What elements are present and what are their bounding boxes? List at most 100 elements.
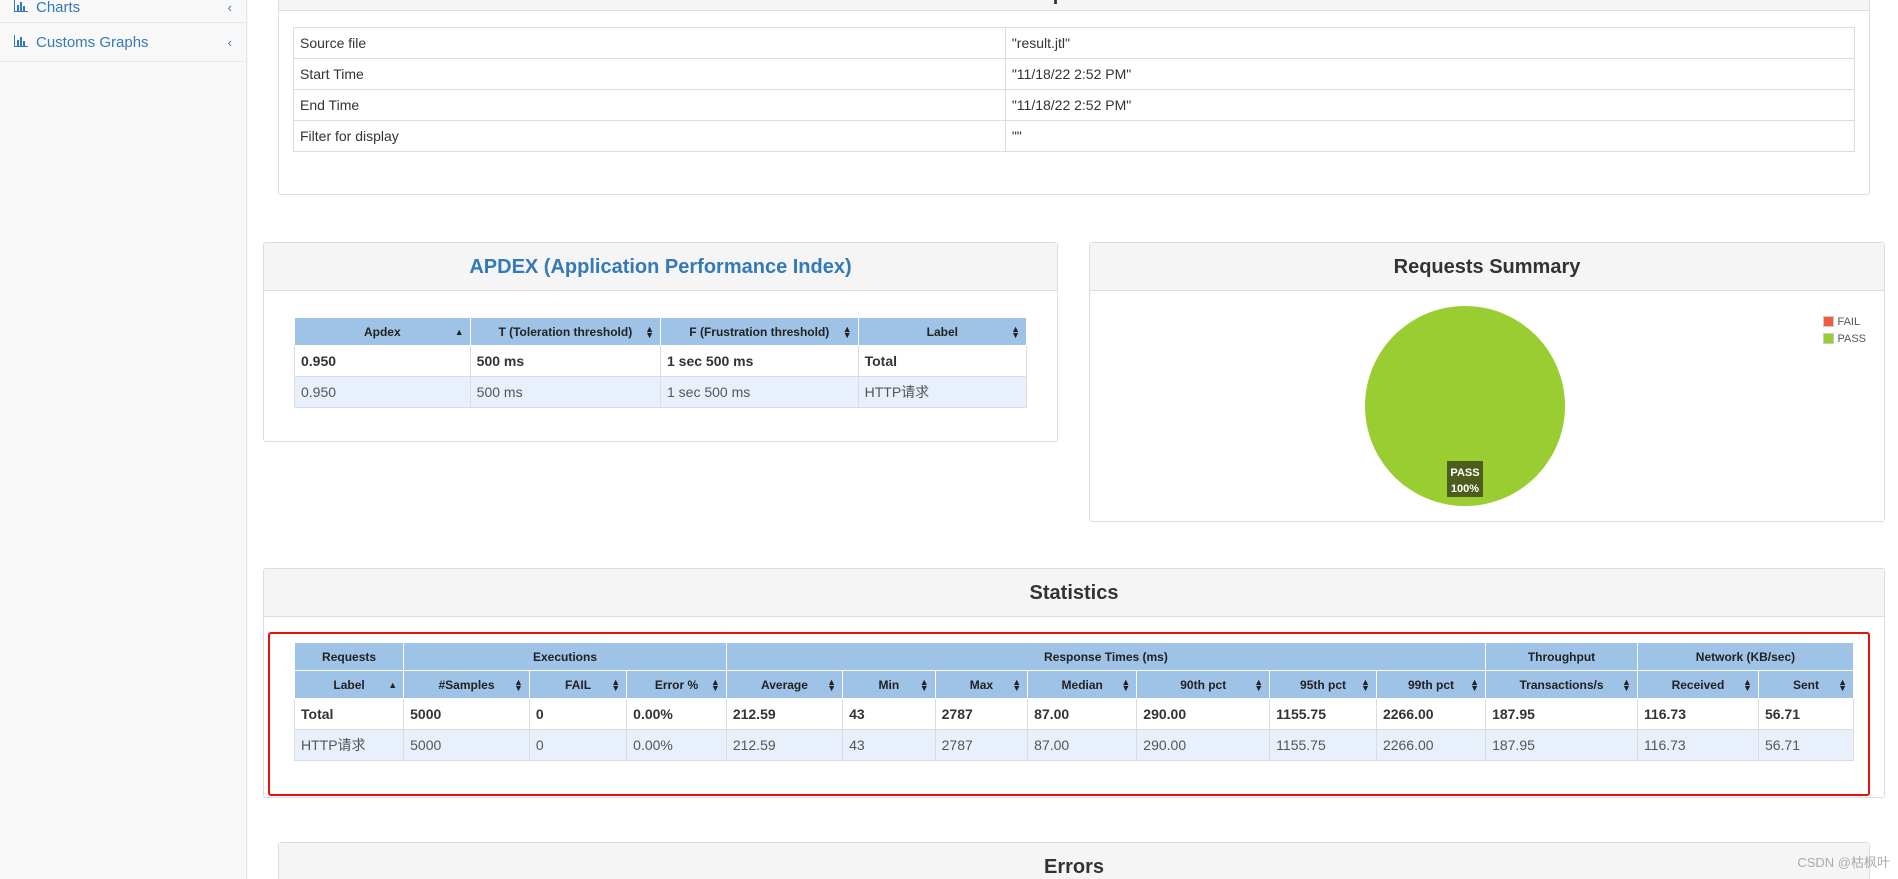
apdex-column-header[interactable]: Label ▲ ▼ [857, 317, 1028, 346]
table-cell: Total [293, 698, 405, 730]
bar-chart-icon [14, 0, 32, 16]
sidebar-item-label: Customs Graphs [36, 33, 149, 51]
statistics-column-header[interactable]: Median ▲ ▼ [1027, 670, 1138, 699]
sort-icon: ▲ ▼ [842, 323, 852, 340]
sort-icon: ▲ ▼ [710, 676, 720, 693]
column-group-header: Requests [293, 642, 405, 671]
chevron-left-icon: ‹ [227, 34, 232, 50]
table-row: Total 5000 0 0.00% 212.59 43 2787 87.00 290.00 11… [293, 698, 1855, 730]
statistics-column-header[interactable]: Max ▲ ▼ [934, 670, 1029, 699]
column-label: Received [1671, 677, 1725, 692]
column-label: #Samples [438, 677, 495, 692]
column-label: Error % [654, 677, 699, 692]
statistics-table: Requests Executions Response Times (ms) Thr… [293, 642, 1855, 761]
sidebar-item-charts[interactable]: Charts ‹ [0, 0, 246, 23]
sort-icon: ▲ ▼ [827, 676, 837, 693]
info-key: Filter for display [293, 120, 1006, 152]
table-cell: 187.95 [1485, 698, 1638, 730]
table-cell: 43 [842, 729, 936, 761]
statistics-column-header[interactable]: Average ▲ ▼ [725, 670, 844, 699]
watermark: CSDN @枯枫叶 [1797, 855, 1890, 870]
chevron-left-icon: ‹ [227, 0, 232, 15]
statistics-column-header[interactable]: 95th pct ▲ ▼ [1269, 670, 1377, 699]
info-key: Source file [293, 27, 1006, 59]
table-cell: HTTP请求 [857, 376, 1028, 408]
table-cell: 290.00 [1136, 729, 1271, 761]
pie-chart: PASS 100% [1365, 306, 1565, 506]
table-cell: 0.00% [626, 698, 727, 730]
table-cell: 500 ms [469, 345, 661, 377]
info-row: Start Time "11/18/22 2:52 PM" [293, 58, 1856, 90]
statistics-column-header[interactable]: Label ▲ [293, 670, 405, 699]
sort-icon: ▲ ▼ [1361, 676, 1370, 693]
table-cell: 87.00 [1027, 698, 1138, 730]
table-cell: 290.00 [1136, 698, 1271, 730]
info-key: Start Time [293, 58, 1006, 90]
statistics-column-header[interactable]: 90th pct ▲ ▼ [1136, 670, 1271, 699]
sort-icon: ▲ ▼ [1622, 676, 1631, 693]
sort-icon: ▲ ▼ [1121, 676, 1131, 693]
column-label: Max [969, 677, 994, 692]
column-group-header: Executions [403, 642, 727, 671]
column-group-header: Response Times (ms) [725, 642, 1487, 671]
test-info-panel: Test and Report information Source file"… [278, 0, 1870, 195]
table-cell: 187.95 [1485, 729, 1638, 761]
sort-icon: ▲ ▼ [1743, 676, 1752, 693]
sort-icon: ▲ ▼ [919, 676, 929, 693]
statistics-column-header[interactable]: Min ▲ ▼ [842, 670, 936, 699]
table-cell: 0.950 [294, 376, 471, 408]
apdex-title[interactable]: APDEX (Application Performance Index) [264, 243, 1057, 291]
sort-icon: ▲ ▼ [611, 676, 621, 693]
sort-icon: ▲ ▼ [1012, 676, 1022, 693]
table-cell: 1 sec 500 ms [659, 345, 859, 377]
info-row: Source file "result.jtl" [293, 27, 1856, 59]
statistics-column-header[interactable]: FAIL ▲ ▼ [528, 670, 628, 699]
slice-label: PASS [1450, 467, 1479, 479]
sort-icon: ▲ ▼ [1254, 676, 1264, 693]
table-cell: 212.59 [725, 729, 844, 761]
table-cell: 5000 [403, 729, 530, 761]
column-label: Label [333, 677, 365, 692]
table-cell: 212.59 [725, 698, 844, 730]
table-cell: Total [857, 345, 1028, 377]
apdex-table: Apdex ▲ T (Toleration threshold) ▲ ▼ F (Frust… [294, 317, 1028, 408]
table-row: HTTP请求 5000 0 0.00% 212.59 43 2787 87.00 290.00 1… [293, 729, 1855, 761]
statistics-column-header[interactable]: #Samples ▲ ▼ [403, 670, 530, 699]
column-label: FAIL [565, 677, 592, 692]
column-label: 95th pct [1300, 677, 1347, 692]
column-label: Transactions/s [1519, 677, 1604, 692]
info-value: "11/18/22 2:52 PM" [1004, 89, 1856, 121]
info-row: End Time "11/18/22 2:52 PM" [293, 89, 1856, 121]
table-row: 0.950 500 ms 1 sec 500 ms Total [294, 345, 1028, 377]
statistics-column-header[interactable]: Received ▲ ▼ [1636, 670, 1759, 699]
table-cell: HTTP请求 [293, 729, 405, 761]
apdex-column-header[interactable]: F (Frustration threshold) ▲ ▼ [659, 317, 859, 346]
column-label: T (Toleration threshold) [498, 324, 633, 339]
info-value: "" [1004, 120, 1856, 152]
table-cell: 0.950 [294, 345, 471, 377]
column-label: Min [878, 677, 900, 692]
sort-icon: ▲ ▼ [645, 323, 654, 340]
table-cell: 1155.75 [1269, 729, 1377, 761]
statistics-column-header[interactable]: Sent ▲ ▼ [1757, 670, 1855, 699]
column-label: 99th pct [1408, 677, 1455, 692]
table-cell: 0 [528, 729, 628, 761]
table-cell: 56.71 [1757, 698, 1855, 730]
apdex-column-header[interactable]: T (Toleration threshold) ▲ ▼ [469, 317, 661, 346]
table-cell: 1155.75 [1269, 698, 1377, 730]
slice-label: 100% [1451, 483, 1479, 495]
table-cell: 5000 [403, 698, 530, 730]
sidebar-item-customs-graphs[interactable]: Customs Graphs ‹ [0, 23, 246, 62]
statistics-column-header[interactable]: Error % ▲ ▼ [626, 670, 727, 699]
apdex-column-header[interactable]: Apdex ▲ [294, 317, 471, 346]
table-cell: 1 sec 500 ms [659, 376, 859, 408]
column-label: Apdex [363, 324, 401, 339]
statistics-column-header[interactable]: 99th pct ▲ ▼ [1375, 670, 1487, 699]
statistics-title: Statistics [264, 569, 1884, 617]
statistics-column-header[interactable]: Transactions/s ▲ ▼ [1485, 670, 1638, 699]
table-cell: 116.73 [1636, 729, 1759, 761]
sidebar-item-label: Charts [36, 0, 81, 16]
table-cell: 0 [528, 698, 628, 730]
table-cell: 43 [842, 698, 936, 730]
column-group-header: Throughput [1485, 642, 1638, 671]
